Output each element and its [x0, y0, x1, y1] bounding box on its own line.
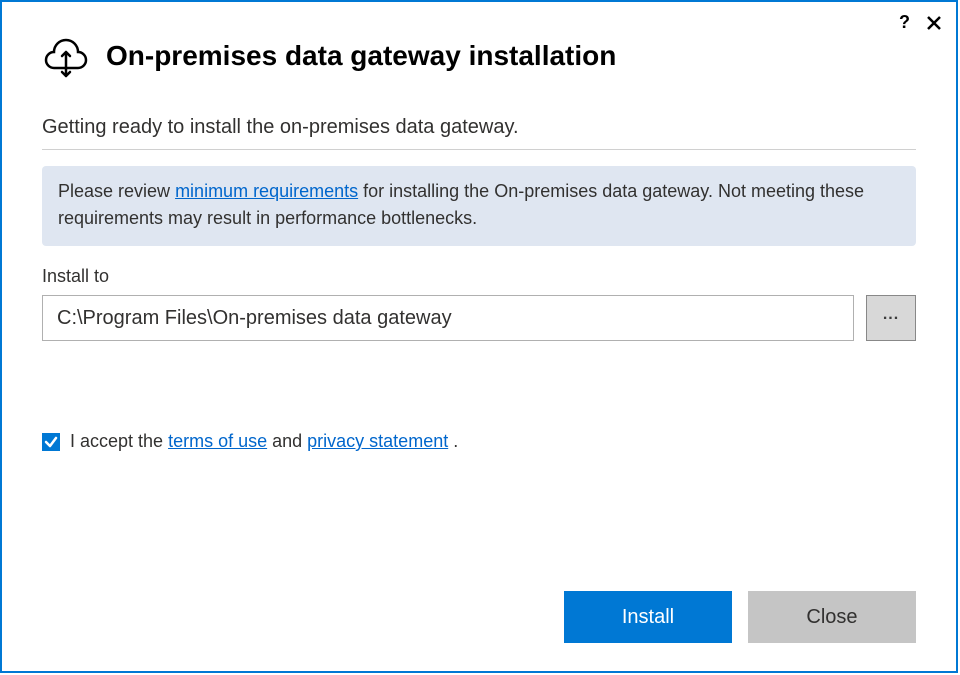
titlebar-buttons: ? — [895, 12, 944, 33]
accept-text: I accept the terms of use and privacy st… — [70, 431, 458, 452]
footer-buttons: Install Close — [2, 591, 956, 671]
accept-text-mid: and — [267, 431, 307, 451]
page-title: On-premises data gateway installation — [106, 40, 616, 72]
close-window-button[interactable] — [924, 15, 944, 31]
installer-window: ? On-premises data gateway installation … — [0, 0, 958, 673]
content-area: On-premises data gateway installation Ge… — [2, 2, 956, 591]
subtitle-text: Getting ready to install the on-premises… — [42, 116, 916, 150]
help-button[interactable]: ? — [895, 12, 914, 33]
install-path-input[interactable] — [42, 295, 854, 341]
accept-text-after: . — [448, 431, 458, 451]
close-icon — [926, 15, 942, 31]
close-button[interactable]: Close — [748, 591, 916, 643]
min-requirements-link[interactable]: minimum requirements — [175, 181, 358, 201]
cloud-gateway-icon — [42, 32, 90, 80]
browse-button[interactable]: ... — [866, 295, 916, 341]
accept-text-before: I accept the — [70, 431, 168, 451]
accept-checkbox[interactable] — [42, 433, 60, 451]
install-to-label: Install to — [42, 266, 916, 287]
accept-terms-row: I accept the terms of use and privacy st… — [42, 431, 916, 452]
info-text-before: Please review — [58, 181, 175, 201]
header: On-premises data gateway installation — [42, 32, 916, 80]
requirements-info-box: Please review minimum requirements for i… — [42, 166, 916, 246]
install-path-row: ... — [42, 295, 916, 341]
terms-of-use-link[interactable]: terms of use — [168, 431, 267, 451]
checkmark-icon — [44, 435, 58, 449]
privacy-statement-link[interactable]: privacy statement — [307, 431, 448, 451]
install-button[interactable]: Install — [564, 591, 732, 643]
